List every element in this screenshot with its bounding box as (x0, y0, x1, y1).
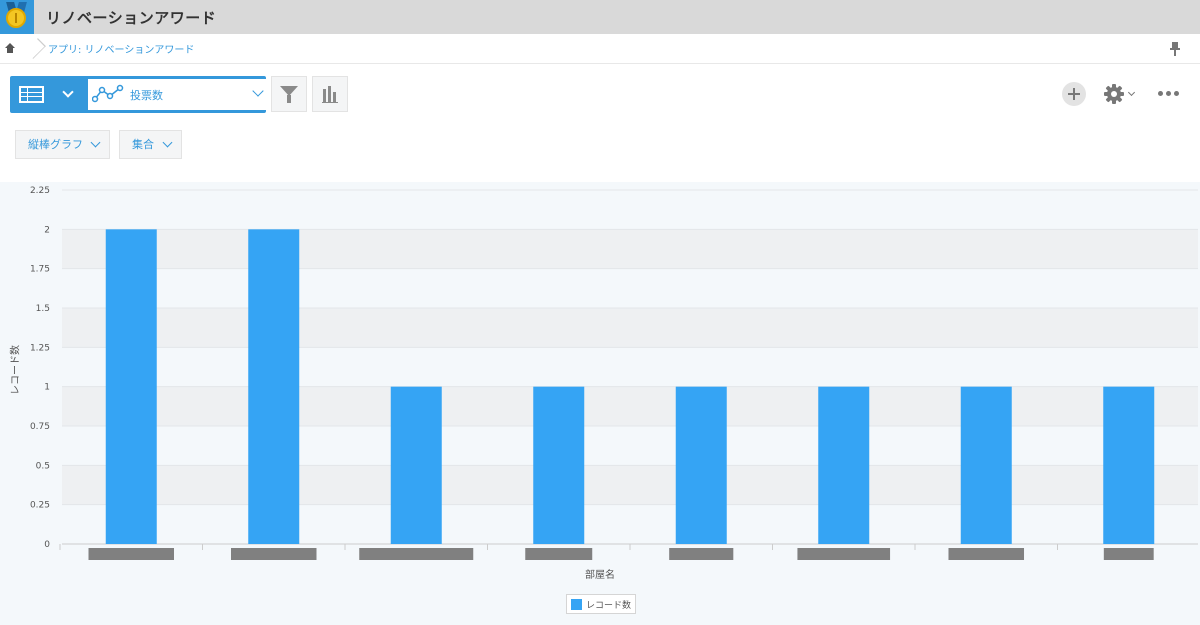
chart-type-label: 縦棒グラフ (28, 138, 83, 151)
bar (105, 229, 157, 545)
breadcrumb-app-link[interactable]: アプリ: リノベーションアワード (48, 41, 194, 56)
chevron-down-icon[interactable] (62, 86, 74, 98)
y-tick-label: 2.25 (30, 186, 50, 196)
grid-band (62, 190, 1198, 230)
grid-band (62, 347, 1198, 387)
y-tick-label: 0.25 (30, 501, 50, 511)
chart-type-select[interactable]: 縦棒グラフ (15, 130, 110, 159)
x-tick-label (669, 548, 734, 560)
x-tick-label (948, 548, 1025, 560)
bar (390, 386, 442, 544)
grid-band (62, 308, 1198, 348)
chevron-down-icon (90, 137, 101, 148)
x-tick-label (231, 548, 317, 560)
medal-icon[interactable] (0, 0, 34, 34)
bar-chart: 0 0.25 0.5 0.75 1 1.25 1.5 1.75 2 2.25 (30, 186, 1198, 560)
x-tick-label (1103, 548, 1154, 560)
aggregation-select[interactable]: 集合 (119, 130, 182, 159)
bar (818, 386, 870, 544)
y-tick-label: 2 (44, 225, 50, 235)
grid-band (62, 465, 1198, 505)
breadcrumb: アプリ: リノベーションアワード (0, 34, 1200, 64)
y-tick-label: 0.75 (30, 422, 50, 432)
chart-area: 0 0.25 0.5 0.75 1 1.25 1.5 1.75 2 2.25 (0, 182, 1200, 625)
bar (1103, 386, 1155, 544)
gear-icon (1104, 84, 1124, 104)
grid-band (62, 386, 1198, 426)
grid-band (62, 268, 1198, 308)
x-axis-title: 部屋名 (585, 570, 615, 581)
line-graph-icon (92, 84, 124, 103)
aggregation-label: 集合 (132, 138, 154, 151)
pin-icon[interactable] (1170, 42, 1180, 56)
more-icon[interactable] (1158, 91, 1180, 97)
y-tick-label: 1 (44, 383, 50, 393)
y-tick-label: 0 (44, 540, 50, 550)
table-view-icon (19, 86, 44, 103)
bar (675, 386, 727, 544)
y-tick-label: 1.25 (30, 343, 50, 353)
bar (533, 386, 585, 544)
graph-select-label: 投票数 (130, 89, 163, 102)
grid-band (62, 426, 1198, 466)
x-tick-label (525, 548, 593, 560)
view-type-button[interactable] (10, 76, 58, 113)
filter-button[interactable] (271, 76, 307, 112)
graph-select[interactable]: 投票数 (88, 79, 272, 110)
y-tick-label: 0.5 (36, 461, 50, 471)
chevron-down-icon (162, 137, 173, 148)
y-tick-label: 1.5 (36, 304, 50, 314)
grid-band (62, 229, 1198, 269)
x-tick-label (359, 548, 474, 560)
chart-settings-button[interactable] (312, 76, 348, 112)
chevron-down-icon (252, 85, 264, 97)
settings-button[interactable] (1104, 84, 1138, 104)
chevron-down-icon (1127, 88, 1136, 97)
breadcrumb-separator (30, 34, 40, 64)
y-tick-label: 1.75 (30, 265, 50, 275)
bar (960, 386, 1012, 544)
plus-icon[interactable] (1062, 82, 1086, 106)
app-title: リノベーションアワード (46, 8, 217, 27)
grid-band (62, 504, 1198, 544)
legend-label: レコード数 (586, 600, 632, 611)
home-icon[interactable] (0, 34, 30, 64)
x-tick-label (88, 548, 174, 560)
x-tick-label (797, 548, 891, 560)
bar (248, 229, 300, 545)
chart-legend[interactable]: レコード数 (566, 594, 637, 614)
y-axis-title: レコード数 (10, 345, 22, 395)
legend-swatch (571, 598, 582, 610)
view-selector: 投票数 (10, 76, 272, 113)
app-header: リノベーションアワード (0, 0, 1200, 34)
